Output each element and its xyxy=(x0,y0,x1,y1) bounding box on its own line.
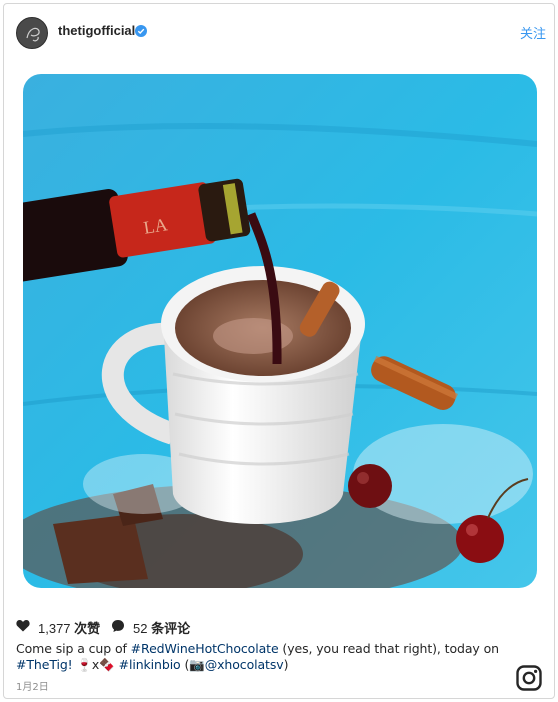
mention-link[interactable]: @xhocolatsv xyxy=(205,657,284,672)
post-actions: 1,377 次赞 52 条评论 xyxy=(16,616,536,637)
post-date[interactable]: 1月2日 xyxy=(16,678,49,693)
instagram-logo-icon[interactable] xyxy=(516,665,542,691)
heart-icon[interactable] xyxy=(16,619,30,632)
caption-text: (📷 xyxy=(180,657,205,672)
avatar-logo-icon xyxy=(26,27,40,42)
caption-text: Come sip a cup of xyxy=(16,641,131,656)
caption-text: (yes, you read that right), today on xyxy=(278,641,499,656)
post-photo[interactable]: LA xyxy=(23,74,537,588)
hot-chocolate-photo: LA xyxy=(23,74,537,588)
comments-label: 条评论 xyxy=(151,622,191,637)
caption-text: ) xyxy=(283,657,289,672)
hashtag-link[interactable]: #RedWineHotChocolate xyxy=(131,641,279,656)
likes-count[interactable]: 1,377 次赞 xyxy=(38,618,100,637)
post-caption: Come sip a cup of #RedWineHotChocolate (… xyxy=(16,641,536,673)
comments-count[interactable]: 52 条评论 xyxy=(133,618,190,637)
post-header: thetigofficial 关注 xyxy=(4,4,554,60)
svg-text:LA: LA xyxy=(142,214,169,238)
comment-icon[interactable] xyxy=(111,619,125,633)
username[interactable]: thetigofficial xyxy=(58,23,135,38)
avatar[interactable] xyxy=(16,17,48,49)
hashtag-link[interactable]: #TheTig! xyxy=(16,657,73,672)
instagram-post-card: thetigofficial 关注 LA 1,377 次赞 52 条评论 Com… xyxy=(3,3,555,699)
hashtag-link[interactable]: #linkinbio xyxy=(119,657,181,672)
verified-badge-icon xyxy=(135,25,147,37)
follow-button[interactable]: 关注 xyxy=(520,23,546,42)
comments-number: 52 xyxy=(133,621,148,636)
caption-line-1: Come sip a cup of #RedWineHotChocolate (… xyxy=(16,641,536,657)
likes-label: 次赞 xyxy=(74,622,101,637)
likes-number: 1,377 xyxy=(38,621,71,636)
caption-line-2: #TheTig! 🍷x🍫 #linkinbio (📷@xhocolatsv) xyxy=(16,657,536,673)
caption-emoji: 🍷x🍫 xyxy=(72,657,119,672)
